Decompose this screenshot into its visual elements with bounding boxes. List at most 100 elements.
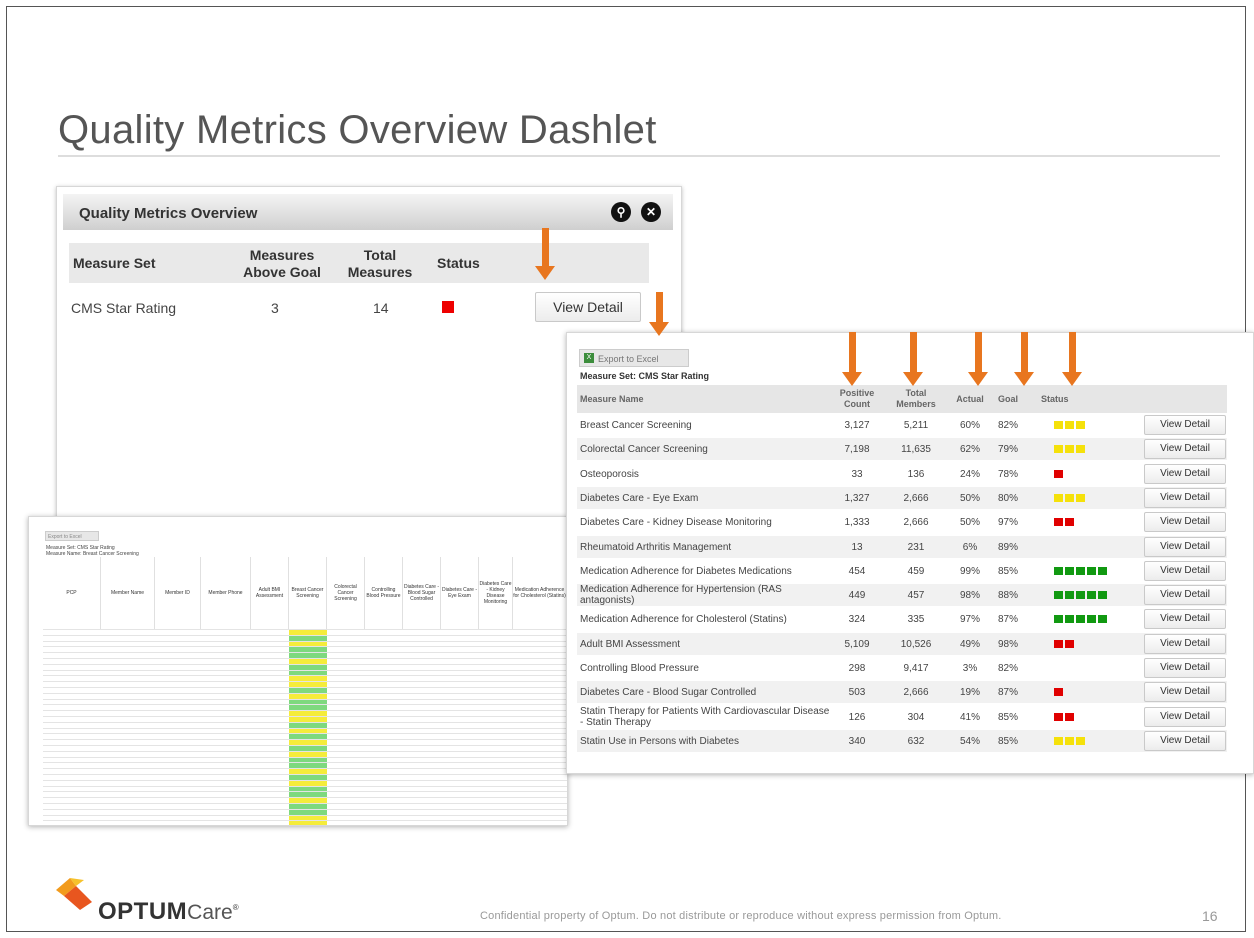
status-square [1065, 421, 1074, 429]
member-col-header: Member Name [101, 557, 155, 629]
positive-count-cell: 5,109 [844, 638, 870, 650]
view-detail-button[interactable]: View Detail [1144, 609, 1226, 630]
view-detail-button[interactable]: View Detail [1144, 487, 1226, 508]
positive-count-cell: 449 [848, 590, 866, 602]
member-col-header: Member Phone [201, 557, 251, 629]
status-square [1087, 591, 1096, 600]
status-square [1054, 712, 1063, 721]
measure-set-label: Measure Set: CMS Star Rating [580, 371, 710, 381]
view-detail-button[interactable]: View Detail [1144, 706, 1226, 727]
status-indicator [1054, 566, 1109, 578]
positive-count-cell: 324 [848, 614, 866, 626]
goal-cell: 85% [997, 735, 1018, 747]
view-detail-button[interactable]: View Detail [1144, 633, 1226, 654]
view-detail-button[interactable]: View Detail [1144, 415, 1226, 435]
optum-logo: OPTUMCare® [98, 898, 239, 926]
view-detail-button[interactable]: View Detail [1144, 439, 1226, 460]
member-col-header: Adult BMI Assessment [251, 557, 289, 629]
status-square [1098, 591, 1107, 600]
col-measure-set: Measure Set [73, 255, 156, 271]
actual-cell: 6% [962, 541, 978, 553]
member-table-body [43, 629, 567, 825]
positive-count-cell: 13 [851, 541, 863, 553]
status-indicator [1054, 639, 1076, 651]
actual-cell: 49% [959, 638, 980, 650]
member-col-header: Colorectal Cancer Screening [327, 557, 365, 629]
goal-cell: 89% [997, 541, 1018, 553]
status-indicator [1054, 615, 1109, 626]
goal-cell: 85% [997, 565, 1018, 577]
goal-cell: 82% [997, 663, 1018, 674]
col-measure-name: Measure Name [580, 394, 644, 404]
status-square [1054, 688, 1063, 697]
total-members-cell: 304 [907, 711, 925, 723]
measure-name-cell: Diabetes Care - Blood Sugar Controlled [580, 687, 757, 699]
total-members-cell: 459 [907, 565, 925, 577]
status-indicator [1054, 518, 1076, 529]
total-members-cell: 5,211 [903, 420, 929, 431]
overview-table-header: Measure Set Measures Above Goal Total Me… [69, 243, 649, 283]
status-square [1054, 591, 1063, 600]
detail-row: Rheumatoid Arthritis Management 13 231 6% 89… [577, 535, 1227, 558]
detail-row: Controlling Blood Pressure 298 9,417 3% 82% V… [577, 657, 1227, 679]
view-detail-button[interactable]: View Detail [1144, 536, 1226, 557]
col-actual: Actual [956, 394, 984, 404]
dashlet-title: Quality Metrics Overview [79, 205, 258, 222]
measure-name-cell: Medication Adherence for Hypertension (R… [580, 584, 782, 607]
status-indicator [1054, 591, 1109, 602]
member-export-excel-button[interactable]: Export to Excel [45, 531, 99, 541]
view-detail-button[interactable]: View Detail [1144, 658, 1226, 678]
total-members-cell: 231 [907, 541, 925, 553]
measure-name-cell: Colorectal Cancer Screening [580, 444, 708, 456]
status-square [1087, 615, 1096, 624]
member-col-header: Diabetes Care - Blood Sugar Controlled [403, 557, 441, 629]
member-col-header: PCP [43, 557, 101, 629]
col-goal: Goal [997, 394, 1018, 404]
view-detail-button[interactable]: View Detail [1144, 682, 1226, 703]
status-square [1054, 421, 1063, 429]
measure-detail-panel: X Export to Excel Measure Set: CMS Star … [566, 332, 1254, 774]
view-detail-button[interactable]: View Detail [535, 292, 641, 322]
measure-name-cell: Breast Cancer Screening [580, 420, 692, 431]
close-icon[interactable]: ✕ [641, 202, 661, 222]
status-square [1065, 445, 1074, 454]
status-square [1076, 421, 1085, 429]
member-col-header: Breast Cancer Screening [289, 557, 327, 629]
actual-cell: 60% [959, 420, 980, 431]
breast-cancer-screening-cell [289, 821, 327, 825]
status-square [1054, 493, 1063, 502]
measure-name-cell: Rheumatoid Arthritis Management [580, 541, 732, 553]
detail-row: Adult BMI Assessment 5,109 10,526 49% 98% Vie… [577, 632, 1227, 655]
status-indicator [1054, 712, 1076, 724]
status-indicator [442, 301, 454, 313]
goal-cell: 98% [997, 638, 1018, 650]
goal-cell: 87% [997, 614, 1018, 626]
total-members-cell: 335 [907, 614, 925, 626]
positive-count-cell: 3,127 [844, 420, 870, 431]
status-square [1054, 469, 1063, 478]
detail-row: Medication Adherence for Hypertension (R… [577, 584, 1227, 607]
detail-row: Medication Adherence for Cholesterol (St… [577, 608, 1227, 630]
col-total-members: Total Members [896, 388, 936, 409]
status-square [1065, 712, 1074, 721]
view-detail-button[interactable]: View Detail [1144, 512, 1226, 533]
status-indicator [1054, 445, 1087, 456]
status-square [1076, 591, 1085, 600]
detail-row: Diabetes Care - Kidney Disease Monitorin… [577, 511, 1227, 533]
view-detail-button[interactable]: View Detail [1144, 585, 1226, 606]
status-square [1076, 445, 1085, 454]
view-detail-button[interactable]: View Detail [1144, 730, 1226, 751]
status-square [1065, 591, 1074, 600]
positive-count-cell: 1,333 [844, 517, 870, 529]
status-square [1054, 639, 1063, 648]
export-excel-button[interactable]: X Export to Excel [579, 349, 689, 367]
view-detail-button[interactable]: View Detail [1144, 463, 1226, 484]
status-indicator [1054, 493, 1087, 505]
col-status: Status [437, 255, 480, 271]
positive-count-cell: 126 [848, 711, 866, 723]
positive-count-cell: 7,198 [844, 444, 870, 456]
view-detail-button[interactable]: View Detail [1144, 560, 1226, 581]
measure-name-cell: Statin Use in Persons with Diabetes [580, 735, 739, 747]
goal-cell: 79% [997, 444, 1018, 456]
search-icon[interactable]: ⚲ [611, 202, 631, 222]
